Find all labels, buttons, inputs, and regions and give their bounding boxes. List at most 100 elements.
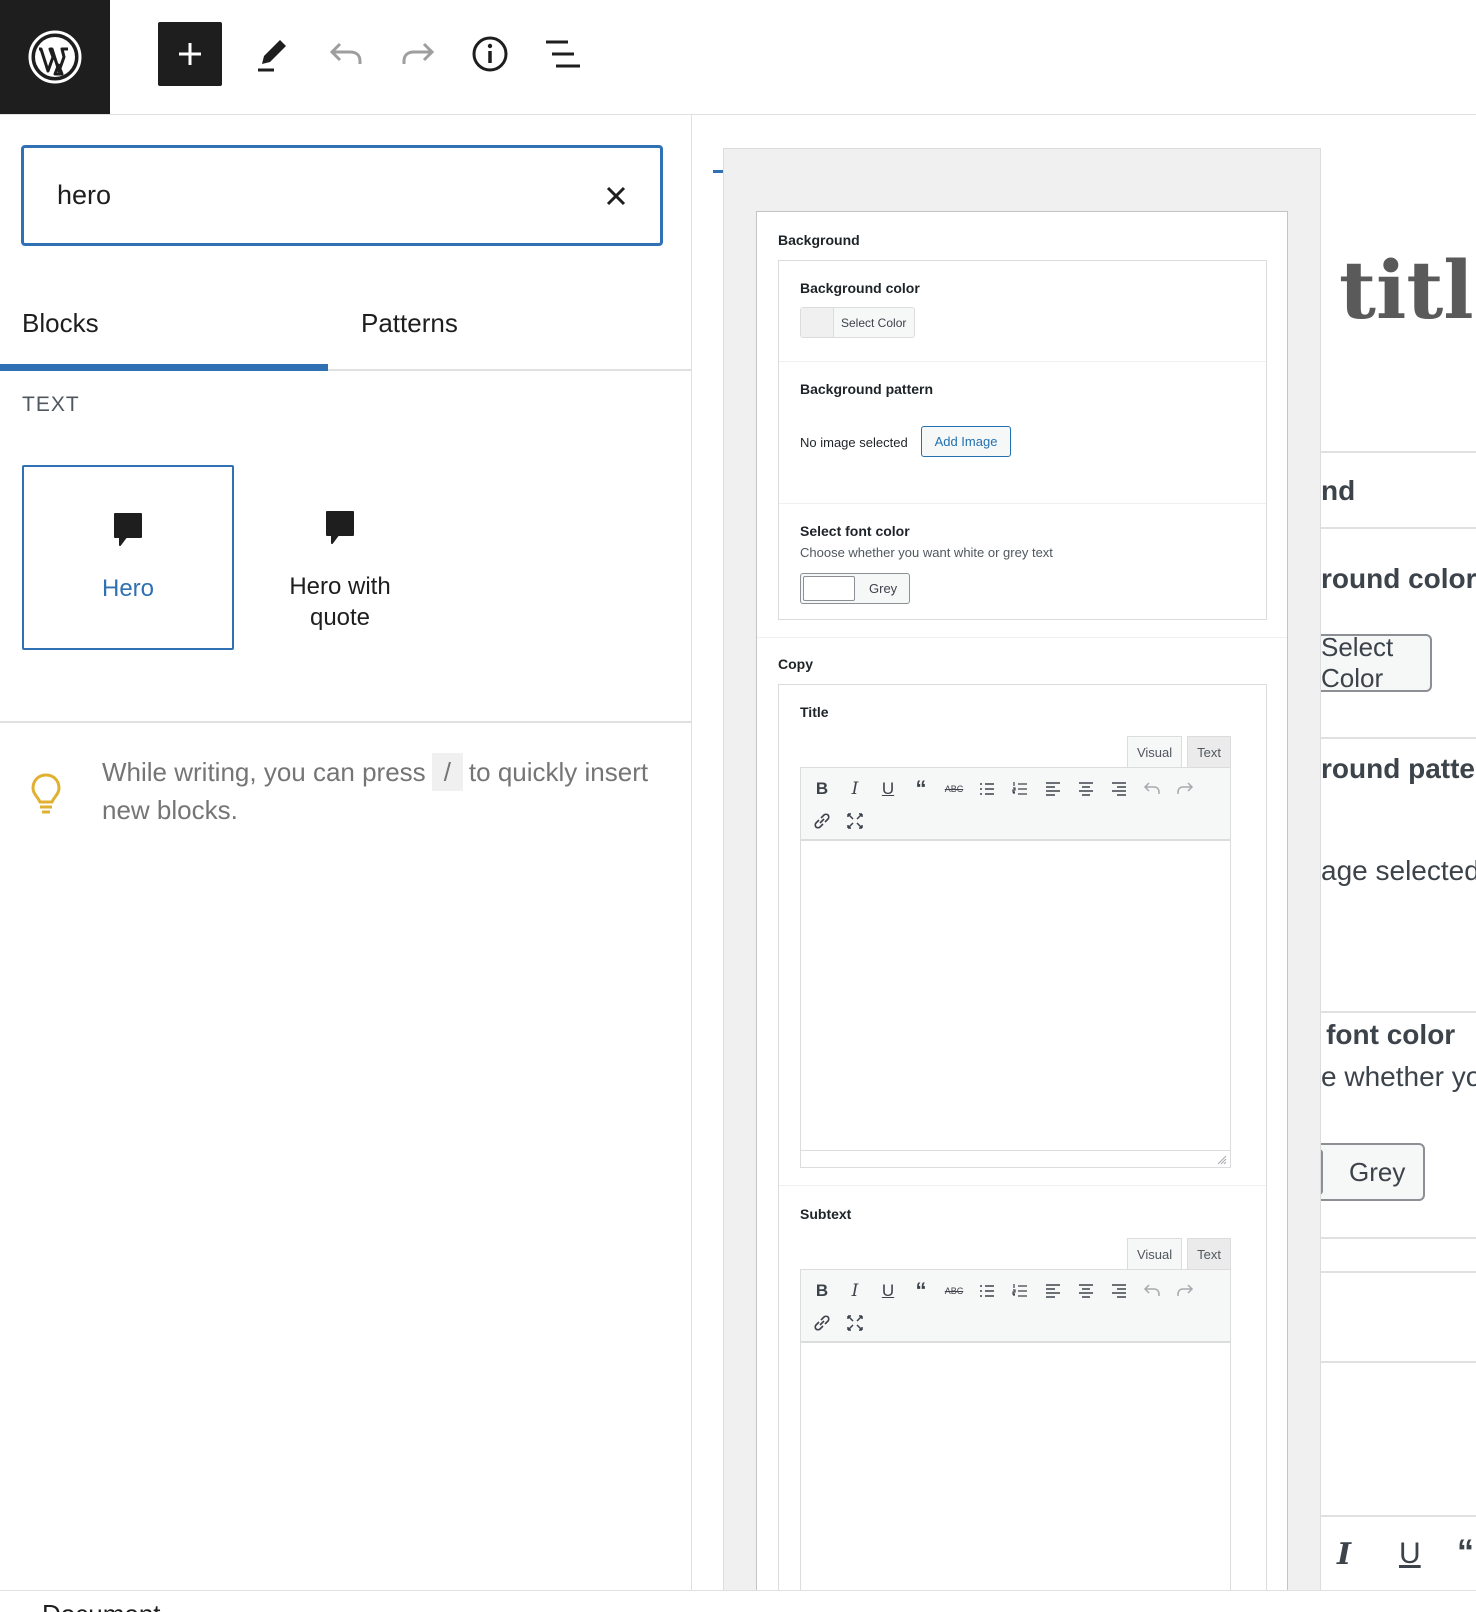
fullscreen-icon[interactable]: [842, 1310, 868, 1336]
font-color-value: Grey: [869, 581, 898, 596]
field-divider: [779, 1185, 1266, 1186]
bold-icon[interactable]: B: [809, 1278, 835, 1304]
font-color-select[interactable]: Grey: [800, 573, 910, 604]
document-tab[interactable]: Document: [42, 1599, 161, 1612]
tip-text: While writing, you can press / to quickly …: [102, 753, 662, 829]
tab-visual[interactable]: Visual: [1126, 736, 1183, 767]
background-section-label: Background: [778, 232, 860, 248]
info-icon: [472, 36, 508, 72]
divider: [1321, 527, 1476, 529]
no-image-fragment: age selected: [1321, 855, 1476, 886]
divider: [1321, 1011, 1476, 1013]
block-item-label: Hero: [101, 575, 155, 602]
block-item-hero[interactable]: Hero: [22, 465, 234, 650]
resize-handle-icon[interactable]: [1217, 1155, 1227, 1165]
link-icon[interactable]: [809, 1310, 835, 1336]
editor-tabs: Visual Text: [1126, 736, 1231, 767]
tab-text[interactable]: Text: [1187, 1238, 1231, 1269]
divider: [1321, 1237, 1476, 1239]
add-image-button[interactable]: Add Image: [921, 426, 1011, 457]
align-left-icon[interactable]: [1040, 1278, 1066, 1304]
align-center-icon[interactable]: [1073, 776, 1099, 802]
bold-icon[interactable]: B: [809, 776, 835, 802]
title-editor: Visual Text B I U “ ABC: [800, 736, 1231, 1168]
strikethrough-icon[interactable]: ABC: [941, 1278, 967, 1304]
tab-text[interactable]: Text: [1187, 736, 1231, 767]
tab-visual[interactable]: Visual: [1126, 1238, 1183, 1269]
editor-toolbar: B I U “ ABC: [800, 767, 1231, 841]
details-button[interactable]: [458, 22, 522, 86]
font-color-label: Select font color: [800, 523, 910, 539]
underline-icon[interactable]: U: [875, 776, 901, 802]
bullet-list-icon[interactable]: [974, 776, 1000, 802]
category-heading: TEXT: [22, 393, 80, 416]
divider: [1321, 451, 1476, 453]
editor-toolbar: B I U “ ABC: [800, 1269, 1231, 1343]
fullscreen-icon[interactable]: [842, 808, 868, 834]
block-search-box[interactable]: [21, 145, 663, 246]
font-color-description: Choose whether you want white or grey te…: [800, 545, 1053, 560]
title-editor-content[interactable]: [800, 841, 1231, 1168]
undo-button[interactable]: [314, 22, 378, 86]
add-block-button[interactable]: [158, 22, 222, 86]
tab-blocks-label: Blocks: [22, 307, 99, 338]
undo-icon[interactable]: [1139, 776, 1165, 802]
tab-patterns[interactable]: Patterns: [361, 275, 458, 371]
background-group: Background color Select Color Background…: [778, 260, 1267, 620]
align-right-icon[interactable]: [1106, 1278, 1132, 1304]
align-center-icon[interactable]: [1073, 1278, 1099, 1304]
numbered-list-icon[interactable]: [1007, 776, 1033, 802]
block-preview: Background Background color Select Color…: [723, 148, 1321, 1590]
background-color-label-fragment: round color: [1321, 563, 1476, 594]
block-search-input[interactable]: [57, 180, 577, 211]
subtext-editor: Visual Text B I U “ ABC: [800, 1238, 1231, 1590]
italic-icon[interactable]: I: [842, 1278, 868, 1304]
subtext-editor-content[interactable]: [800, 1343, 1231, 1590]
wordpress-logo-icon[interactable]: [0, 0, 110, 114]
editor-resize-bar[interactable]: [801, 1150, 1230, 1167]
list-view-button[interactable]: [530, 22, 594, 86]
editor-tabs: Visual Text: [1126, 1238, 1231, 1269]
align-left-icon[interactable]: [1040, 776, 1066, 802]
font-color-field: Select font color Choose whether you wan…: [779, 504, 1266, 620]
italic-icon[interactable]: I: [842, 776, 868, 802]
edit-tools-button[interactable]: [240, 22, 304, 86]
bullet-list-icon[interactable]: [974, 1278, 1000, 1304]
underline-icon[interactable]: U: [1399, 1537, 1421, 1571]
blockquote-icon[interactable]: “: [908, 776, 934, 802]
block-inserter-panel: Blocks Patterns TEXT Hero Hero with quot…: [0, 115, 692, 1590]
subtext-field-label: Subtext: [800, 1206, 852, 1222]
redo-icon[interactable]: [1172, 1278, 1198, 1304]
background-label-fragment: nd: [1321, 475, 1356, 506]
divider: [1321, 737, 1476, 739]
clear-search-button[interactable]: [598, 178, 634, 214]
select-color-button[interactable]: Select Color: [800, 307, 916, 338]
undo-icon[interactable]: [1139, 1278, 1165, 1304]
blockquote-icon[interactable]: “: [908, 1278, 934, 1304]
underline-icon[interactable]: U: [875, 1278, 901, 1304]
block-item-hero-with-quote[interactable]: Hero with quote: [234, 465, 446, 650]
link-icon[interactable]: [809, 808, 835, 834]
copy-group: Title Visual Text B I U “ ABC Subtext Vi…: [778, 684, 1267, 1590]
divider: [1321, 1361, 1476, 1363]
copy-section-label: Copy: [778, 656, 813, 672]
quote-icon[interactable]: “: [1457, 1533, 1474, 1572]
color-swatch: [801, 308, 834, 337]
top-toolbar: [0, 0, 1476, 115]
tab-blocks[interactable]: Blocks: [22, 275, 328, 371]
background-pattern-field: Background pattern No image selected Add…: [779, 362, 1266, 504]
font-color-swatch: [803, 576, 855, 601]
editor-canvas: title nd round color Select Color round …: [693, 115, 1476, 1590]
redo-icon[interactable]: [1172, 776, 1198, 802]
plus-icon: [179, 43, 201, 65]
background-color-field: Background color Select Color: [779, 261, 1266, 362]
strikethrough-icon[interactable]: ABC: [941, 776, 967, 802]
numbered-list-icon[interactable]: [1007, 1278, 1033, 1304]
redo-button[interactable]: [386, 22, 450, 86]
italic-icon[interactable]: I: [1337, 1537, 1351, 1572]
font-color-desc-fragment: e whether yo: [1321, 1061, 1476, 1092]
divider: [1321, 1271, 1476, 1273]
background-pattern-label-fragment: round patter: [1321, 753, 1476, 784]
align-right-icon[interactable]: [1106, 776, 1132, 802]
inserter-tabs: Blocks Patterns: [0, 275, 692, 371]
